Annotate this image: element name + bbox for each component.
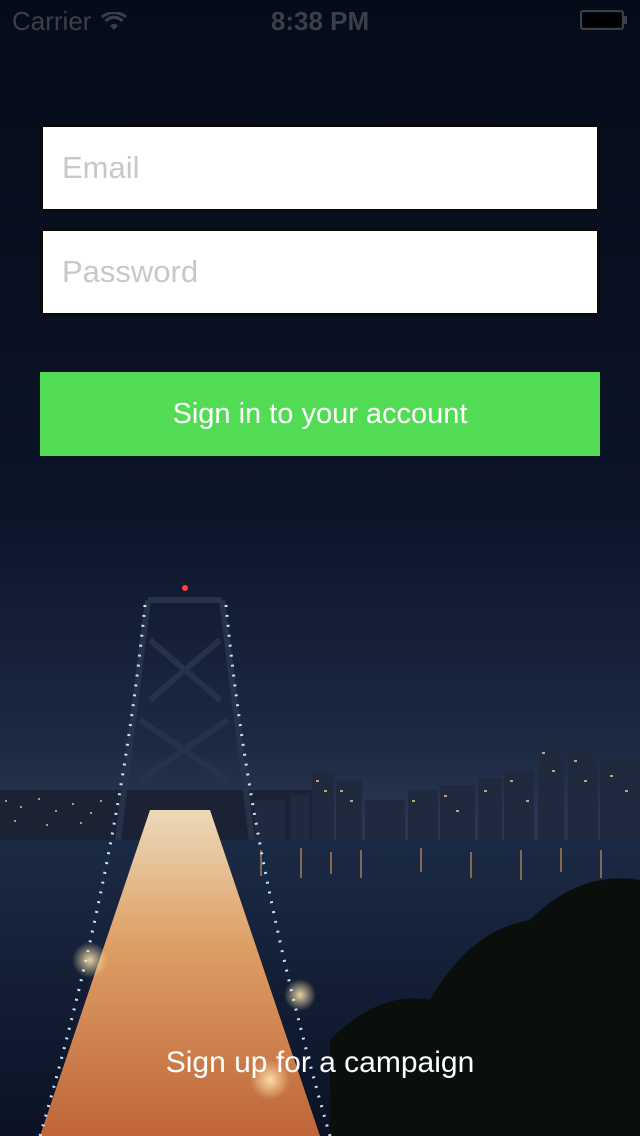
password-field-container xyxy=(40,228,600,316)
status-time: 8:38 PM xyxy=(270,6,370,36)
battery-icon xyxy=(580,10,627,30)
status-bar: Carrier 8:38 PM xyxy=(0,0,640,40)
sign-up-link[interactable]: Sign up for a campaign xyxy=(0,1046,640,1080)
sign-in-button[interactable]: Sign in to your account xyxy=(40,372,600,456)
email-field[interactable] xyxy=(43,127,597,209)
password-field[interactable] xyxy=(43,231,597,313)
email-field-container xyxy=(40,124,600,212)
